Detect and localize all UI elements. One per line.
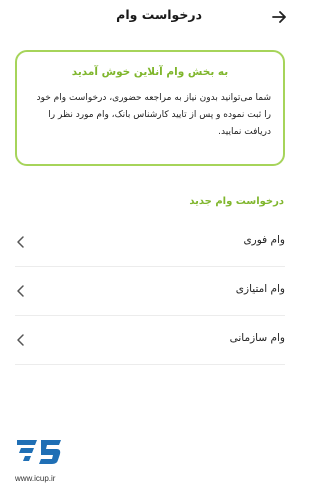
- chevron-left-icon: [17, 285, 24, 297]
- app-header: درخواست وام: [0, 0, 300, 34]
- chevron-left-icon: [17, 334, 24, 346]
- loan-item-instant[interactable]: وام فوری: [15, 218, 285, 267]
- loan-item-label: وام سازمانی: [229, 332, 285, 344]
- new-loan-section-title: درخواست وام جدید: [189, 196, 284, 207]
- back-button[interactable]: [268, 6, 290, 28]
- welcome-title: به بخش وام آنلاین خوش آمدید: [71, 66, 229, 78]
- icup-logo-icon: [17, 440, 61, 464]
- loan-item-points[interactable]: وام امتیازی: [15, 267, 285, 316]
- loan-item-organizational[interactable]: وام سازمانی: [15, 316, 285, 365]
- welcome-card: به بخش وام آنلاین خوش آمدید شما می‌توانی…: [15, 50, 285, 166]
- arrow-right-icon: [272, 11, 286, 23]
- welcome-description: شما می‌توانید بدون نیاز به مراجعه حضوری،…: [36, 93, 271, 137]
- loan-item-label: وام فوری: [243, 234, 285, 246]
- chevron-left-icon: [17, 236, 24, 248]
- page-title: درخواست وام: [116, 7, 202, 22]
- loan-type-list: وام فوری وام امتیازی وام سازمانی: [15, 218, 285, 365]
- loan-item-label: وام امتیازی: [235, 283, 285, 295]
- watermark-site: www.icup.ir: [15, 474, 56, 483]
- watermark-logo: www.icup.ir: [15, 436, 75, 486]
